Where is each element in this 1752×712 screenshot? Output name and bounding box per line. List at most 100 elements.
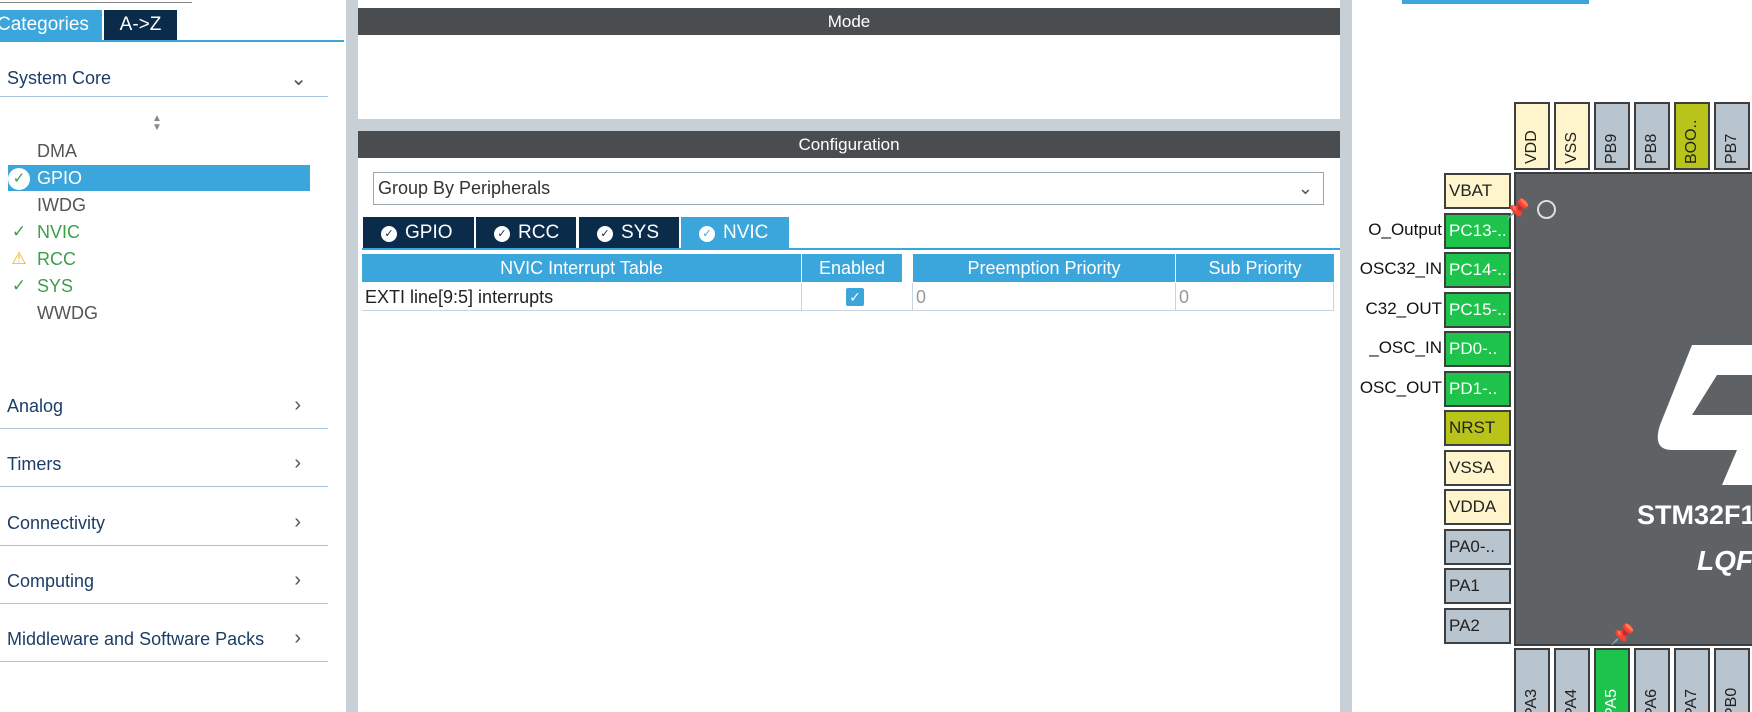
category-system-core[interactable]: System Core ⌄ (7, 68, 327, 90)
peripheral-label: SYS (37, 276, 74, 296)
pane-splitter-right[interactable] (1340, 0, 1352, 712)
pin-pc15[interactable]: PC15-.. (1444, 291, 1511, 328)
cell-preemption-priority[interactable]: 0 (913, 283, 1176, 311)
pin-signal-label[interactable]: _OSC_IN (1369, 338, 1442, 358)
pin-pb8[interactable]: PB8 (1634, 102, 1670, 170)
peripheral-item-wwdg[interactable]: WWDG (8, 300, 310, 326)
panel-splitter[interactable] (346, 0, 358, 712)
pin-pa6[interactable]: PA6 (1634, 648, 1670, 712)
pin-signal-label[interactable]: OSC32_IN (1360, 259, 1442, 279)
pin-pc14[interactable]: PC14-.. (1444, 252, 1511, 288)
check-circle-icon: ✓ (597, 226, 613, 242)
chip-package: LQF (1697, 545, 1752, 576)
peripheral-item-iwdg[interactable]: IWDG (8, 192, 310, 218)
category-analog[interactable]: Analog › (7, 394, 327, 417)
pin-vssa[interactable]: VSSA (1444, 449, 1511, 486)
check-circle-icon: ✓ (8, 165, 30, 191)
pin-pd1[interactable]: PD1-.. (1444, 370, 1511, 407)
chevron-right-icon: › (294, 452, 301, 474)
pin-signal-label[interactable]: O_Output (1368, 220, 1442, 240)
tab-sys[interactable]: ✓ SYS (579, 217, 679, 248)
category-connectivity[interactable]: Connectivity › (7, 511, 327, 534)
pin-label: PB0 (1723, 687, 1740, 712)
pin-label: VSS (1563, 131, 1580, 164)
peripheral-item-gpio[interactable]: ✓ GPIO (8, 165, 310, 191)
pin-label: PB8 (1643, 133, 1660, 164)
peripheral-label: WWDG (37, 303, 98, 323)
divider (0, 428, 328, 429)
category-label: System Core (7, 68, 112, 88)
chevron-down-icon: ⌄ (290, 68, 307, 90)
tab-label: SYS (621, 222, 660, 243)
tab-nvic[interactable]: ✓ NVIC (681, 217, 789, 248)
tab-rcc[interactable]: ✓ RCC (476, 217, 576, 248)
pane-splitter[interactable] (358, 119, 1340, 131)
pin-pa4[interactable]: PA4 (1554, 648, 1590, 712)
pin-vdda[interactable]: VDDA (1444, 489, 1511, 525)
category-label: Connectivity (7, 513, 106, 533)
header-nvic-interrupt-table[interactable]: NVIC Interrupt Table (362, 254, 801, 282)
check-icon: ✓ (11, 222, 27, 241)
mode-header: Mode (358, 8, 1340, 35)
pushpin-icon: 📌 (1505, 199, 1530, 221)
pin-pa3[interactable]: PA3 (1514, 648, 1550, 712)
peripheral-label: GPIO (37, 168, 83, 188)
pin-pc13[interactable]: PC13-.. (1444, 212, 1511, 249)
divider (0, 603, 328, 604)
pin-label: VDD (1523, 130, 1540, 164)
pin-vss[interactable]: VSS (1554, 102, 1590, 170)
peripheral-item-dma[interactable]: DMA (8, 138, 310, 164)
tab-label: RCC (518, 222, 560, 243)
pin-pa7[interactable]: PA7 (1674, 648, 1710, 712)
tab-underline (0, 40, 344, 42)
pin-pa2[interactable]: PA2 (1444, 607, 1511, 644)
warning-icon: ⚠ (11, 249, 27, 268)
header-sub-priority[interactable]: Sub Priority (1176, 254, 1334, 282)
header-enabled[interactable]: Enabled (802, 254, 902, 282)
pin-label: PA5 (1603, 688, 1620, 712)
tab-categories[interactable]: Categories (0, 10, 102, 40)
pin-label: PB9 (1603, 133, 1620, 164)
peripheral-item-sys[interactable]: ✓ SYS (8, 273, 310, 299)
tab-gpio[interactable]: ✓ GPIO (363, 217, 474, 248)
pin-label: PA7 (1683, 688, 1700, 712)
pin-signal-label[interactable]: C32_OUT (1365, 299, 1442, 319)
pin-boo[interactable]: BOO.. (1674, 102, 1710, 170)
pin-nrst[interactable]: NRST (1444, 410, 1511, 446)
chevron-right-icon: › (294, 627, 301, 649)
peripheral-label: NVIC (37, 222, 81, 242)
pin-pb0[interactable]: PB0 (1714, 648, 1750, 712)
pin-pa5[interactable]: PA5 (1594, 648, 1630, 712)
view-tab-indicator (1402, 0, 1589, 4)
pin-pa0[interactable]: PA0-.. (1444, 528, 1511, 565)
pin-label: PA6 (1643, 688, 1660, 712)
pin-vdd[interactable]: VDD (1514, 102, 1550, 170)
tab-a-to-z[interactable]: A->Z (104, 10, 177, 40)
pin-pa1[interactable]: PA1 (1444, 568, 1511, 604)
group-by-select[interactable]: Group By Peripherals ⌄ (373, 172, 1324, 205)
header-preemption-priority[interactable]: Preemption Priority (913, 254, 1175, 282)
pin-vbat[interactable]: VBAT (1444, 173, 1511, 209)
group-by-value: Group By Peripherals (378, 178, 551, 198)
pushpin-icon: 📌 (1610, 624, 1635, 646)
category-middleware-and-software-packs[interactable]: Middleware and Software Packs › (7, 627, 327, 650)
peripheral-item-nvic[interactable]: ✓ NVIC (8, 219, 310, 245)
cell-interrupt-name: EXTI line[9:5] interrupts (362, 283, 802, 311)
divider (0, 545, 328, 546)
category-computing[interactable]: Computing › (7, 569, 327, 592)
sort-icon[interactable]: ▲ ▼ (151, 114, 163, 134)
pin-label: PA4 (1563, 688, 1580, 712)
peripheral-item-rcc[interactable]: ⚠ RCC (8, 246, 310, 272)
cell-sub-priority[interactable]: 0 (1176, 283, 1334, 311)
pin-pd0[interactable]: PD0-.. (1444, 331, 1511, 367)
pin-pb9[interactable]: PB9 (1594, 102, 1630, 170)
chip-part-number: STM32F1 (1637, 500, 1752, 530)
categories-panel: Categories A->Z System Core ⌄ ▲ ▼ DMA ✓ GPI… (0, 0, 346, 712)
pin-pb7[interactable]: PB7 (1714, 102, 1750, 170)
divider (0, 661, 328, 662)
search-field-edge[interactable] (0, 0, 192, 3)
tab-label: GPIO (405, 222, 453, 243)
category-timers[interactable]: Timers › (7, 452, 327, 475)
enabled-checkbox[interactable]: ✓ (846, 288, 864, 306)
pin-signal-label[interactable]: OSC_OUT (1360, 378, 1442, 398)
